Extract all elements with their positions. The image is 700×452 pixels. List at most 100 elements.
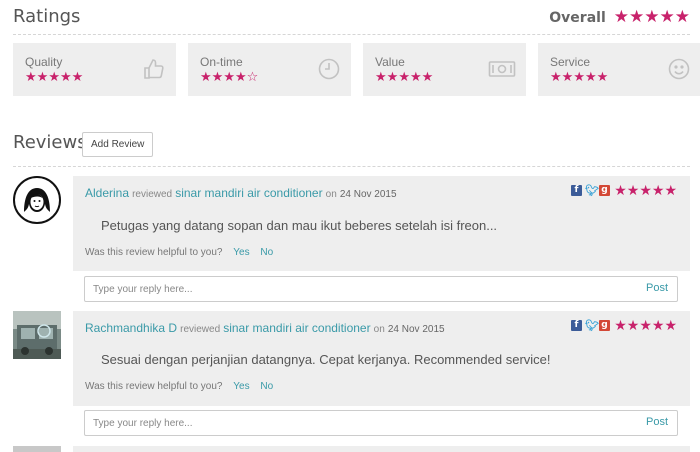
card-label: On-time — [200, 55, 243, 69]
star-icon: ★ — [200, 70, 212, 85]
helpful-question: Was this review helpful to you? — [85, 247, 223, 258]
rating-cards: Quality ★ ★ ★ ★ ★ On-time ★ ★ ★ ★ ☆ Value ★ ★ ★ ★ ★ … — [13, 43, 700, 96]
rating-card-quality: Quality ★ ★ ★ ★ ★ — [13, 43, 176, 96]
star-icon: ★ — [614, 318, 627, 334]
card-stars: ★ ★ ★ ★ ★ — [25, 71, 83, 84]
star-icon: ★ — [664, 318, 677, 334]
ratings-title: Ratings — [13, 6, 81, 27]
overall-stars: ★ ★ ★ ★ ★ — [614, 9, 690, 26]
reviewed-word: reviewed — [132, 189, 173, 200]
star-icon: ★ — [59, 70, 72, 85]
helpful-no-link[interactable]: No — [260, 381, 273, 392]
helpful-no-link[interactable]: No — [260, 247, 273, 258]
card-label: Service — [550, 55, 591, 69]
star-icon: ★ — [211, 70, 224, 85]
rating-card-service: Service ★ ★ ★ ★ ★ — [538, 43, 700, 96]
money-icon — [488, 61, 516, 77]
review-stars: ★ ★ ★ ★ ★ — [614, 184, 677, 198]
rating-card-value: Value ★ ★ ★ ★ ★ — [363, 43, 526, 96]
post-button[interactable]: Post — [646, 282, 668, 294]
on-word: on — [325, 189, 337, 200]
review-date: 24 Nov 2015 — [339, 189, 397, 200]
star-icon: ★ — [613, 7, 629, 27]
next-avatar-partial — [13, 446, 61, 452]
review-item: Alderina reviewed sinar mandiri air cond… — [73, 176, 690, 271]
star-icon: ★ — [421, 70, 434, 85]
review-header: Alderina reviewed sinar mandiri air cond… — [85, 186, 397, 200]
facebook-icon[interactable]: f — [571, 320, 582, 331]
star-icon: ★ — [644, 7, 660, 27]
review-header: Rachmandhika D reviewed sinar mandiri ai… — [85, 321, 445, 335]
star-icon: ★ — [398, 70, 410, 85]
avatar[interactable] — [13, 176, 61, 224]
twitter-icon[interactable]: 🐦︎ — [585, 185, 599, 196]
star-icon: ★ — [674, 7, 690, 27]
helpful-prompt: Was this review helpful to you? Yes No — [85, 247, 273, 258]
card-stars: ★ ★ ★ ★ ★ — [550, 71, 608, 84]
helpful-prompt: Was this review helpful to you? Yes No — [85, 381, 273, 392]
review-text: Sesuai dengan perjanjian datangnya. Cepa… — [101, 352, 551, 367]
star-icon: ★ — [234, 70, 247, 85]
reply-box: Post — [84, 276, 678, 302]
reviewer-name[interactable]: Rachmandhika D — [85, 321, 177, 335]
card-stars: ★ ★ ★ ★ ☆ — [200, 71, 258, 84]
star-icon: ★ — [48, 70, 60, 85]
star-icon: ★ — [626, 183, 640, 199]
star-icon: ★ — [573, 70, 585, 85]
star-icon: ★ — [71, 70, 84, 85]
star-icon: ★ — [614, 183, 627, 199]
review-stars: ★ ★ ★ ★ ★ — [614, 319, 677, 333]
star-icon: ★ — [409, 70, 422, 85]
star-icon: ★ — [639, 183, 652, 199]
star-icon: ★ — [584, 70, 597, 85]
reviews-divider — [13, 166, 690, 167]
reviewer-name[interactable]: Alderina — [85, 186, 129, 200]
star-icon: ★ — [659, 7, 675, 27]
star-icon: ★ — [25, 70, 37, 85]
star-icon: ★ — [639, 318, 652, 334]
clock-icon — [318, 58, 340, 80]
helpful-yes-link[interactable]: Yes — [233, 247, 249, 258]
star-icon: ★ — [375, 70, 387, 85]
reply-input[interactable] — [85, 411, 625, 435]
star-icon: ★ — [223, 70, 235, 85]
reply-input[interactable] — [85, 277, 625, 301]
overall-label: Overall — [549, 9, 606, 26]
google-plus-icon[interactable]: g — [599, 320, 610, 331]
star-icon: ★ — [36, 70, 49, 85]
star-icon: ★ — [629, 7, 645, 27]
facebook-icon[interactable]: f — [571, 185, 582, 196]
star-icon: ★ — [651, 318, 665, 334]
reviews-title: Reviews — [13, 132, 87, 153]
card-stars: ★ ★ ★ ★ ★ — [375, 71, 433, 84]
avatar[interactable] — [13, 311, 61, 359]
rating-card-on-time: On-time ★ ★ ★ ★ ☆ — [188, 43, 351, 96]
post-button[interactable]: Post — [646, 416, 668, 428]
card-label: Quality — [25, 55, 63, 69]
star-icon: ★ — [664, 183, 677, 199]
google-plus-icon[interactable]: g — [599, 185, 610, 196]
review-text: Petugas yang datang sopan dan mau ikut b… — [101, 218, 498, 233]
reviewed-word: reviewed — [180, 324, 221, 335]
card-label: Value — [375, 55, 405, 69]
add-review-button[interactable]: Add Review — [82, 132, 154, 157]
helpful-yes-link[interactable]: Yes — [233, 381, 249, 392]
star-icon: ★ — [651, 183, 665, 199]
product-link[interactable]: sinar mandiri air conditioner — [175, 186, 322, 200]
smiley-icon — [668, 58, 690, 80]
thumbs-up-icon — [144, 59, 164, 79]
helpful-question: Was this review helpful to you? — [85, 381, 223, 392]
ratings-divider — [13, 34, 690, 35]
overall-rating: Overall ★ ★ ★ ★ ★ — [549, 9, 690, 26]
review-date: 24 Nov 2015 — [387, 324, 445, 335]
twitter-icon[interactable]: 🐦︎ — [585, 320, 599, 331]
reply-box: Post — [84, 410, 678, 436]
star-icon: ★ — [561, 70, 574, 85]
product-link[interactable]: sinar mandiri air conditioner — [223, 321, 370, 335]
star-icon: ★ — [596, 70, 609, 85]
review-item: Rachmandhika D reviewed sinar mandiri ai… — [73, 311, 690, 406]
share-icons: f 🐦︎ g — [571, 185, 610, 196]
star-icon: ★ — [550, 70, 562, 85]
share-icons: f 🐦︎ g — [571, 320, 610, 331]
on-word: on — [373, 324, 385, 335]
